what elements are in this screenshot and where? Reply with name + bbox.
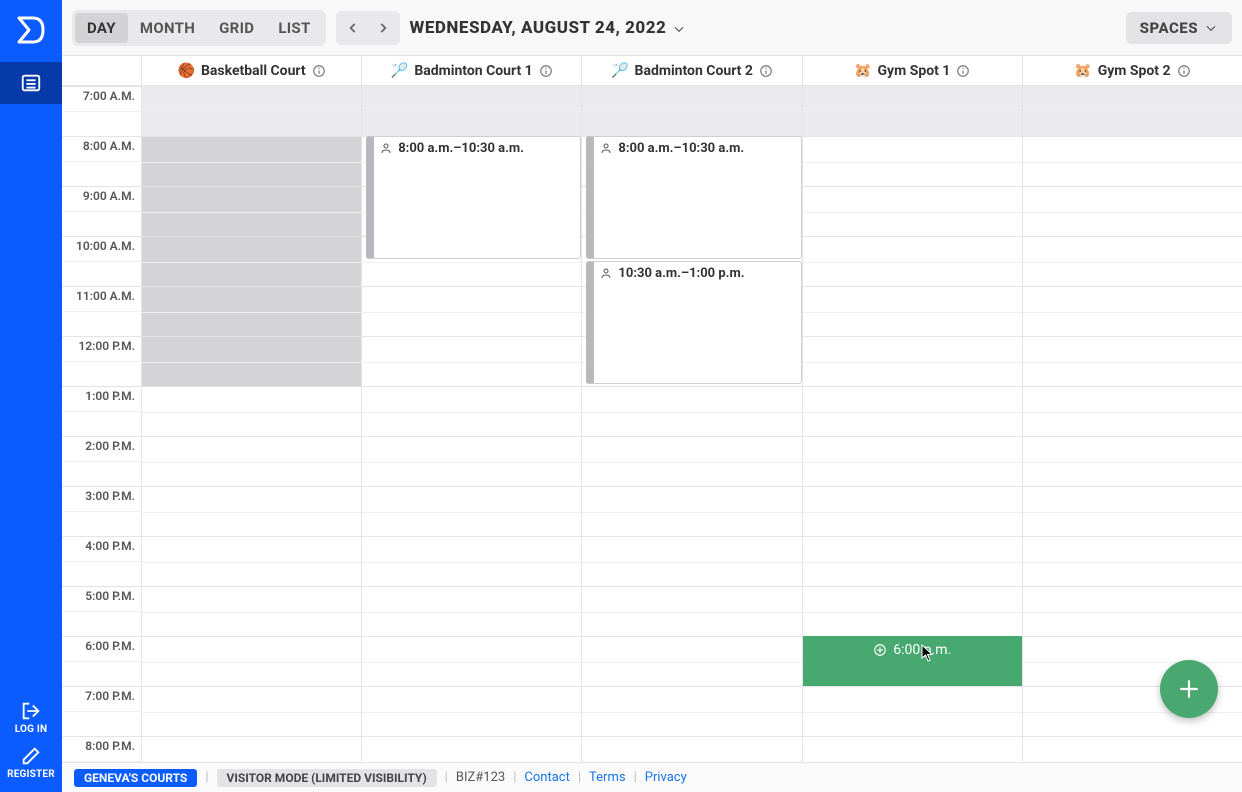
privacy-link[interactable]: Privacy — [645, 770, 687, 785]
column-header-badminton-2[interactable]: 🏸 Badminton Court 2 — [582, 56, 802, 85]
info-icon[interactable] — [539, 64, 553, 78]
tab-day[interactable]: DAY — [75, 13, 128, 43]
calendar-body: 7:00 A.M. 8:00 A.M. 9:00 A.M. 10:00 A.M.… — [62, 86, 1242, 762]
event-time: 8:00 a.m.–10:30 a.m. — [398, 141, 524, 156]
separator: | — [445, 770, 448, 785]
column-title: Badminton Court 1 — [414, 63, 532, 79]
event-time: 8:00 a.m.–10:30 a.m. — [618, 141, 744, 156]
event-block[interactable]: 10:30 a.m.–1:00 p.m. — [586, 261, 801, 384]
separator: | — [205, 770, 208, 785]
date-label: WEDNESDAY, AUGUST 24, 2022 — [410, 18, 667, 38]
time-label: 3:00 P.M. — [85, 489, 135, 503]
app-logo-icon[interactable] — [13, 12, 49, 48]
biz-id: BIZ#123 — [456, 770, 505, 785]
column-badminton-2[interactable]: 8:00 a.m.–10:30 a.m. 10:30 a.m.–1:00 p.m… — [582, 86, 802, 762]
status-bar: GENEVA'S COURTS | VISITOR MODE (LIMITED … — [62, 762, 1242, 792]
login-icon — [20, 700, 42, 722]
separator: | — [634, 770, 637, 785]
event-block[interactable]: 8:00 a.m.–10:30 a.m. — [366, 136, 581, 259]
column-badminton-1[interactable]: 8:00 a.m.–10:30 a.m. — [362, 86, 582, 762]
time-label: 12:00 P.M. — [78, 339, 135, 353]
edit-icon — [20, 745, 42, 767]
column-header-gym-1[interactable]: 🐹 Gym Spot 1 — [803, 56, 1023, 85]
event-time: 10:30 a.m.–1:00 p.m. — [618, 266, 744, 281]
tab-month[interactable]: MONTH — [128, 13, 207, 43]
cursor-icon — [921, 644, 935, 666]
time-label: 10:00 A.M. — [76, 239, 135, 253]
column-gym-2[interactable] — [1023, 86, 1242, 762]
login-label: LOG IN — [15, 724, 47, 735]
column-emoji: 🐹 — [1074, 63, 1091, 79]
event-block[interactable]: 8:00 a.m.–10:30 a.m. — [586, 136, 801, 259]
next-day-button[interactable] — [369, 14, 397, 42]
column-title: Gym Spot 2 — [1098, 63, 1171, 79]
time-label: 7:00 P.M. — [85, 689, 135, 703]
register-label: REGISTER — [7, 769, 55, 780]
person-icon — [380, 142, 392, 154]
plus-circle-icon — [873, 643, 887, 657]
time-label: 8:00 A.M. — [83, 139, 135, 153]
person-icon — [600, 142, 612, 154]
register-button[interactable]: REGISTER — [0, 741, 62, 792]
new-booking-slot[interactable]: 6:00 p.m. — [803, 636, 1022, 686]
column-header-basketball[interactable]: 🏀 Basketball Court — [142, 56, 362, 85]
info-icon[interactable] — [312, 64, 326, 78]
calendar-column-headers: 🏀 Basketball Court 🏸 Badminton Court 1 🏸… — [62, 56, 1242, 86]
date-nav — [336, 11, 400, 45]
org-pill[interactable]: GENEVA'S COURTS — [74, 769, 197, 787]
time-label: 11:00 A.M. — [76, 289, 135, 303]
prev-day-button[interactable] — [339, 14, 367, 42]
column-title: Gym Spot 1 — [878, 63, 951, 79]
terms-link[interactable]: Terms — [589, 770, 626, 785]
sidebar-item-schedule[interactable] — [0, 62, 62, 104]
separator: | — [513, 770, 516, 785]
time-label: 2:00 P.M. — [85, 439, 135, 453]
chevron-down-icon — [672, 22, 686, 36]
time-label: 7:00 A.M. — [83, 89, 135, 103]
column-basketball[interactable] — [142, 86, 362, 762]
column-header-badminton-1[interactable]: 🏸 Badminton Court 1 — [362, 56, 582, 85]
tab-list[interactable]: LIST — [266, 13, 322, 43]
chevron-right-icon — [376, 21, 390, 35]
add-booking-fab[interactable] — [1160, 660, 1218, 718]
chevron-down-icon — [1204, 21, 1218, 35]
column-gym-1[interactable]: 6:00 p.m. — [803, 86, 1023, 762]
plus-icon — [1176, 676, 1202, 702]
time-gutter-header — [62, 56, 142, 85]
view-switcher: DAY MONTH GRID LIST — [72, 10, 326, 46]
contact-link[interactable]: Contact — [524, 770, 569, 785]
time-label: 4:00 P.M. — [85, 539, 135, 553]
time-label: 8:00 P.M. — [85, 739, 135, 753]
login-button[interactable]: LOG IN — [0, 696, 62, 741]
info-icon[interactable] — [1177, 64, 1191, 78]
time-label: 6:00 P.M. — [85, 639, 135, 653]
sidebar: LOG IN REGISTER — [0, 0, 62, 792]
person-icon — [600, 267, 612, 279]
time-gutter: 7:00 A.M. 8:00 A.M. 9:00 A.M. 10:00 A.M.… — [62, 86, 142, 762]
separator: | — [578, 770, 581, 785]
tab-grid[interactable]: GRID — [207, 13, 266, 43]
info-icon[interactable] — [759, 64, 773, 78]
column-header-gym-2[interactable]: 🐹 Gym Spot 2 — [1023, 56, 1242, 85]
column-emoji: 🐹 — [854, 63, 871, 79]
time-label: 1:00 P.M. — [85, 389, 135, 403]
time-label: 5:00 P.M. — [85, 589, 135, 603]
column-title: Badminton Court 2 — [635, 63, 753, 79]
date-picker[interactable]: WEDNESDAY, AUGUST 24, 2022 — [410, 18, 687, 38]
column-title: Basketball Court — [201, 63, 306, 79]
spaces-button[interactable]: SPACES — [1126, 12, 1232, 44]
list-icon — [20, 72, 42, 94]
mode-pill: VISITOR MODE (LIMITED VISIBILITY) — [217, 769, 437, 787]
column-emoji: 🏸 — [391, 63, 408, 79]
info-icon[interactable] — [956, 64, 970, 78]
topbar: DAY MONTH GRID LIST WEDNESDAY, AUGUST 24… — [62, 0, 1242, 56]
column-emoji: 🏸 — [611, 63, 628, 79]
time-label: 9:00 A.M. — [83, 189, 135, 203]
chevron-left-icon — [346, 21, 360, 35]
spaces-label: SPACES — [1140, 19, 1198, 37]
column-emoji: 🏀 — [178, 63, 195, 79]
main-area: DAY MONTH GRID LIST WEDNESDAY, AUGUST 24… — [62, 0, 1242, 792]
